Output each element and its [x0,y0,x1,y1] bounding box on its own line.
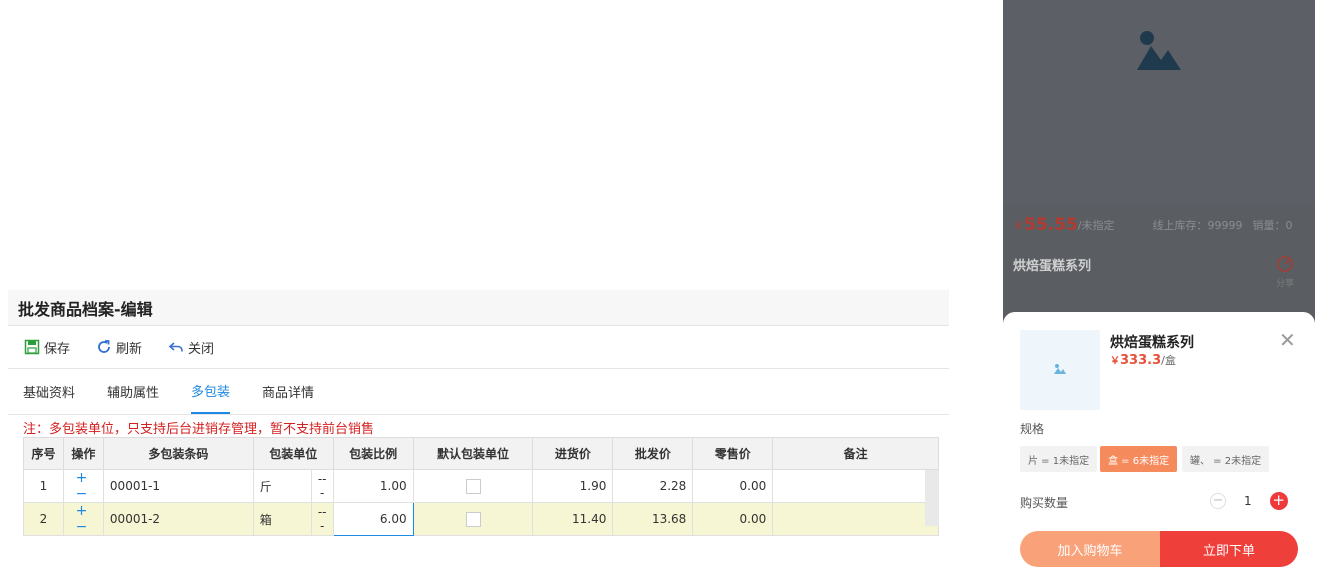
plus-icon[interactable]: + [1269,492,1288,510]
sheet-product-name: 烘焙蛋糕系列 [1110,335,1194,351]
product-name: 烘焙蛋糕系列 [1013,259,1092,274]
product-edit-window: 批发商品档案-编辑 保存 刷新 关闭 基础资料 辅助属性 多包装 商品详情 注：… [8,290,949,536]
remove-row-icon[interactable]: − [76,486,92,502]
sheet-currency: ￥ [1110,356,1120,367]
image-placeholder-icon [1054,364,1066,374]
unit-cell[interactable]: 箱 [252,502,312,536]
col-wholesale-price: 批发价 [612,437,694,470]
spec-option[interactable]: 罐、 = 2未指定 [1182,446,1270,472]
col-ratio: 包装比例 [332,437,414,470]
buy-price-cell[interactable]: 11.40 [532,502,614,536]
close-label: 关闭 [188,341,215,357]
default-unit-cell [412,469,534,503]
default-unit-cell [412,502,534,536]
close-button[interactable]: 关闭 [168,338,214,357]
wholesale-price-cell[interactable]: 2.28 [612,469,694,503]
price-bar: ￥ 55.55 /未指定 线上库存：99999 销量：0 [1003,205,1315,245]
table-row: 1 +− 00001-1 斤 --- 1.00 1.90 2.28 0.00 [23,469,939,503]
spec-bottom-sheet: 烘焙蛋糕系列 ￥333.3/盒 ✕ 规格 片 = 1未指定 盒 = 6未指定 罐… [1003,312,1315,578]
sheet-thumbnail [1020,330,1100,410]
buy-price-cell[interactable]: 1.90 [532,469,614,503]
price-currency: ￥ [1013,219,1024,232]
sheet-price-unit: /盒 [1161,354,1176,367]
default-unit-checkbox[interactable] [465,478,481,494]
undo-icon [168,342,183,352]
row-ops: +− [62,502,104,536]
price-unit: /未指定 [1077,219,1115,232]
share-button[interactable]: 分享 [1265,255,1305,289]
notice-text: 注：多包装单位，只支持后台进销存管理，暂不支持前台销售 [23,422,375,437]
quantity-value: 1 [1244,494,1252,508]
window-titlebar: 批发商品档案-编辑 [8,290,949,326]
mobile-preview: ￥ 55.55 /未指定 线上库存：99999 销量：0 烘焙蛋糕系列 分享 烘… [1003,0,1315,578]
share-label: 分享 [1275,279,1294,289]
col-unit: 包装单位 [252,437,334,470]
tab-basic[interactable]: 基础资料 [23,368,75,414]
col-default-unit: 默认包装单位 [412,437,534,470]
image-placeholder-icon [1137,31,1181,70]
ratio-cell[interactable]: 1.00 [332,469,414,503]
table-scrollbar[interactable] [925,470,939,526]
row-no: 1 [23,469,64,503]
package-table: 序号 操作 多包装条码 包装单位 包装比例 默认包装单位 进货价 批发价 零售价… [23,437,939,536]
table-header: 序号 操作 多包装条码 包装单位 包装比例 默认包装单位 进货价 批发价 零售价… [23,437,939,470]
quantity-label: 购买数量 [1020,496,1069,510]
refresh-button[interactable]: 刷新 [96,338,142,357]
price-value: 55.55 [1024,215,1078,235]
note-cell[interactable] [772,502,939,536]
window-title: 批发商品档案-编辑 [18,299,153,319]
save-label: 保存 [44,341,71,357]
col-op: 操作 [62,437,104,470]
barcode-cell[interactable]: 00001-1 [102,469,254,503]
retail-price-cell[interactable]: 0.00 [692,469,774,503]
col-no: 序号 [23,437,64,470]
default-unit-checkbox[interactable] [465,511,481,527]
row-ops: +− [62,469,104,503]
toolbar: 保存 刷新 关闭 [8,326,949,369]
spec-option-selected[interactable]: 盒 = 6未指定 [1100,446,1178,472]
unit-dropdown[interactable]: --- [310,502,334,536]
tab-details[interactable]: 商品详情 [262,368,314,414]
tab-aux-attrs[interactable]: 辅助属性 [107,368,159,414]
minus-icon[interactable]: − [1210,493,1226,509]
retail-price-cell[interactable]: 0.00 [692,502,774,536]
barcode-cell[interactable]: 00001-2 [102,502,254,536]
remove-row-icon[interactable]: − [76,519,92,535]
wholesale-price-cell[interactable]: 13.68 [612,502,694,536]
add-row-icon[interactable]: + [76,470,92,486]
save-icon [24,339,40,355]
tab-bar: 基础资料 辅助属性 多包装 商品详情 [8,369,949,415]
share-icon [1277,256,1293,272]
refresh-icon [98,340,110,353]
col-barcode: 多包装条码 [102,437,254,470]
tab-multi-package[interactable]: 多包装 [191,368,231,414]
save-button[interactable]: 保存 [24,338,70,357]
add-to-cart-button[interactable]: 加入购物车 [1020,531,1160,567]
spec-label: 规格 [1020,422,1045,436]
sheet-price: ￥333.3/盒 [1110,352,1176,368]
row-no: 2 [23,502,64,536]
ratio-input[interactable]: 6.00 [332,502,414,536]
table-row: 2 +− 00001-2 箱 --- 6.00 11.40 13.68 0.00 [23,502,939,536]
col-retail-price: 零售价 [692,437,774,470]
stock-text: 线上库存：99999 [1152,219,1243,232]
quantity-stepper: − 1 + [1210,492,1288,510]
refresh-label: 刷新 [116,341,143,357]
note-cell[interactable] [772,469,939,503]
unit-cell[interactable]: 斤 [252,469,312,503]
sales-text: 销量：0 [1252,219,1293,232]
col-buy-price: 进货价 [532,437,614,470]
sheet-price-value: 333.3 [1120,353,1162,368]
buy-now-button[interactable]: 立即下单 [1160,531,1298,567]
add-row-icon[interactable]: + [76,503,92,519]
unit-dropdown[interactable]: --- [310,469,334,503]
product-image [1003,0,1315,205]
close-icon[interactable]: ✕ [1279,328,1296,352]
spec-option[interactable]: 片 = 1未指定 [1020,446,1098,472]
col-note: 备注 [772,437,939,470]
